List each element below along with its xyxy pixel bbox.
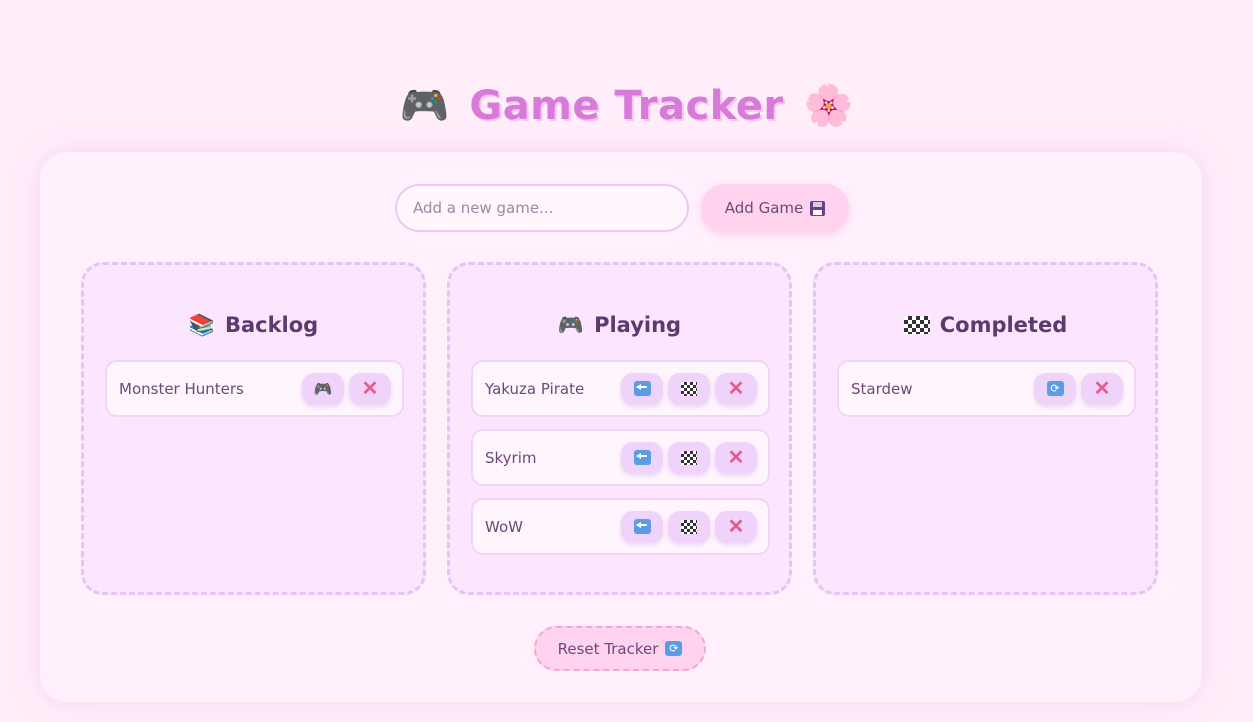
books-icon: 📚 [188, 312, 215, 337]
game-card: Skyrim ✕ [471, 429, 770, 486]
left-arrow-icon [633, 519, 651, 534]
game-list: Yakuza Pirate ✕ Skyrim ✕ WoW ✕ [471, 360, 770, 555]
mark-complete-button[interactable] [668, 510, 710, 543]
repeat-icon: ⟳ [1046, 381, 1064, 396]
gamepad-icon: 🎮 [557, 312, 585, 337]
replay-button[interactable]: ⟳ [1034, 372, 1076, 405]
column-backlog: 📚 Backlog Monster Hunters 🎮 ✕ [81, 262, 426, 595]
game-card: Yakuza Pirate ✕ [471, 360, 770, 417]
game-card: WoW ✕ [471, 498, 770, 555]
close-icon: ✕ [1093, 378, 1111, 400]
new-game-input[interactable] [395, 184, 689, 232]
add-game-form: Add Game [395, 184, 849, 232]
mark-complete-button[interactable] [668, 372, 710, 405]
game-actions: ✕ [621, 372, 757, 405]
game-actions: ✕ [621, 441, 757, 474]
checkered-flag-icon [903, 316, 930, 334]
game-actions: 🎮 ✕ [302, 372, 391, 405]
game-card: Stardew ⟳ ✕ [837, 360, 1136, 417]
game-actions: ⟳ ✕ [1034, 372, 1123, 405]
close-icon: ✕ [727, 516, 745, 538]
game-name: Yakuza Pirate [485, 379, 585, 398]
page-title: Game Tracker [469, 83, 784, 129]
checkered-flag-icon [681, 381, 697, 396]
game-name: Stardew [851, 379, 913, 398]
column-title: Playing [594, 313, 682, 337]
mark-complete-button[interactable] [668, 441, 710, 474]
checkered-flag-icon [681, 450, 697, 465]
left-arrow-icon [633, 381, 651, 396]
status-columns: 📚 Backlog Monster Hunters 🎮 ✕ 🎮 Playing Yakuza … [81, 262, 1158, 595]
tracker-panel: Add Game 📚BacklogMonster Hunters🎮✕🎮Playi… [40, 152, 1202, 702]
add-game-button[interactable]: Add Game [701, 184, 849, 232]
game-name: Monster Hunters [119, 379, 244, 398]
move-back-button[interactable] [621, 441, 663, 474]
checkered-flag-icon [681, 519, 697, 534]
delete-game-button[interactable]: ✕ [715, 441, 757, 474]
game-actions: ✕ [621, 510, 757, 543]
refresh-icon: ⟳ [665, 641, 683, 656]
game-list: Stardew ⟳ ✕ [837, 360, 1136, 417]
column-header: 🎮 Playing [450, 313, 789, 337]
close-icon: ✕ [361, 378, 379, 400]
delete-game-button[interactable]: ✕ [715, 372, 757, 405]
delete-game-button[interactable]: ✕ [715, 510, 757, 543]
delete-game-button[interactable]: ✕ [1081, 372, 1123, 405]
app-header: 🎮 Game Tracker 🌸 [0, 76, 1253, 136]
add-game-label: Add Game [724, 199, 804, 217]
column-playing: 🎮 Playing Yakuza Pirate ✕ Skyrim ✕ WoW ✕ [447, 262, 792, 595]
game-name: WoW [485, 517, 523, 536]
column-header: 📚 Backlog [84, 313, 423, 337]
cherry-blossom-icon: 🌸 [803, 83, 854, 129]
close-icon: ✕ [727, 447, 745, 469]
gamepad-icon: 🎮 [313, 380, 333, 398]
column-title: Completed [939, 313, 1068, 337]
reset-tracker-button[interactable]: Reset Tracker ⟳ [534, 626, 706, 671]
left-arrow-icon [633, 450, 651, 465]
game-name: Skyrim [485, 448, 537, 467]
game-tracker-page: 🎮 Game Tracker 🌸 Add Game 📚 Backlog Monste… [0, 0, 1253, 722]
move-back-button[interactable] [621, 510, 663, 543]
reset-tracker-label: Reset Tracker [557, 639, 659, 658]
start-playing-button[interactable]: 🎮 [302, 372, 344, 405]
game-list: Monster Hunters 🎮 ✕ [105, 360, 404, 417]
column-title: Backlog [224, 313, 319, 337]
move-back-button[interactable] [621, 372, 663, 405]
column-header: Completed [816, 313, 1155, 337]
floppy-disk-icon [810, 200, 826, 216]
column-completed: Completed Stardew ⟳ ✕ [813, 262, 1158, 595]
gamepad-icon: 🎮 [399, 83, 450, 129]
close-icon: ✕ [727, 378, 745, 400]
game-card: Monster Hunters 🎮 ✕ [105, 360, 404, 417]
delete-game-button[interactable]: ✕ [349, 372, 391, 405]
